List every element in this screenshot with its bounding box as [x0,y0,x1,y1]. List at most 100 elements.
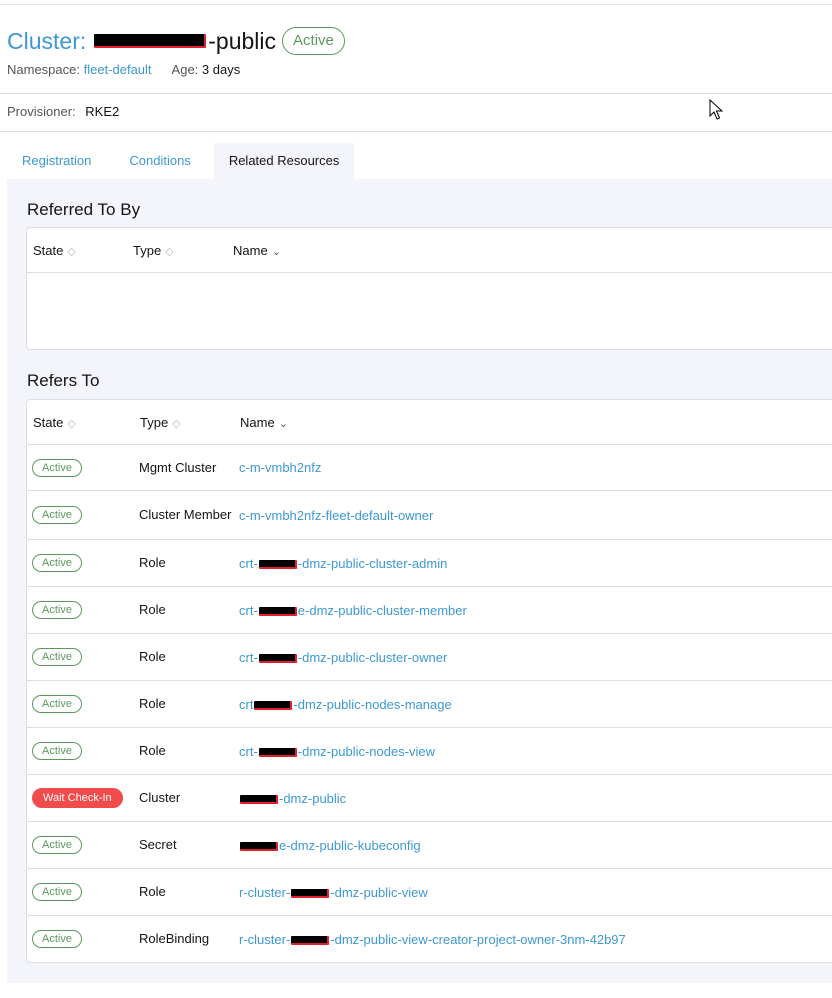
table-header: State ◇ Type ◇ Name ⌄ [27,400,832,445]
row-name-suffix: -dmz-public [279,790,347,806]
row-state-badge: Active [32,554,82,572]
column-header-name[interactable]: Name ⌄ [240,400,288,445]
table-row[interactable]: Active Role crt -dmz-public-nodes-manage [27,681,832,728]
redacted-text [240,841,278,851]
row-name-suffix: -dmz-public-cluster-admin [297,555,448,571]
column-header-type[interactable]: Type ◇ [140,400,181,445]
page-header: Cluster: -public Active [7,25,345,57]
sort-icon: ◇ [67,246,76,258]
row-name-link[interactable]: crt- -dmz-public-cluster-admin [239,556,447,571]
refers-to-table: State ◇ Type ◇ Name ⌄ Active Mgmt Cluster c-m… [26,399,832,963]
row-type: Cluster Member [139,507,232,522]
namespace-label: Namespace: [7,62,80,77]
row-name-suffix: -dmz-public-view [330,884,428,900]
row-name-link[interactable]: c-m-vmbh2nfz [239,460,321,475]
redacted-text [258,747,297,757]
row-name-link[interactable]: c-m-vmbh2nfz-fleet-default-owner [239,508,433,523]
row-name-prefix: crt- [239,649,258,665]
row-name-link[interactable]: crt -dmz-public-nodes-manage [239,697,452,712]
tab-conditions[interactable]: Conditions [114,143,205,179]
row-type: Mgmt Cluster [139,459,217,475]
redacted-text [291,888,330,898]
referred-to-by-title: Referred To By [27,200,141,219]
redacted-text [254,700,293,710]
table-row[interactable]: Active Role crt- -dmz-public-cluster-owner [27,634,832,681]
sort-icon: ◇ [67,418,76,430]
row-name-link[interactable]: crt- -dmz-public-cluster-owner [239,650,447,665]
redacted-cluster-name [94,34,207,48]
row-state-badge: Active [32,506,82,524]
table-row[interactable]: Active Role r-cluster- -dmz-public-view [27,869,832,916]
row-name-link[interactable]: r-cluster- -dmz-public-view [239,885,428,900]
row-state-badge: Active [32,648,82,666]
page-title-name: -public [208,27,277,54]
table-body: Active Mgmt Cluster c-m-vmbh2nfz Active Clus… [27,445,832,962]
row-name-prefix: crt- [239,555,258,571]
table-row[interactable]: Active Role crt- -dmz-public-cluster-admin [27,540,832,587]
redacted-text [240,794,278,804]
row-state-badge: Active [32,883,82,901]
table-row[interactable]: Active RoleBinding r-cluster- -dmz-public-v… [27,916,832,962]
redacted-text [291,935,330,945]
column-header-type[interactable]: Type ◇ [133,228,174,273]
row-state-badge: Wait Check-In [32,788,123,808]
provisioner-label: Provisioner: [7,104,76,119]
row-name-prefix: r-cluster- [239,931,291,947]
row-state-badge: Active [32,695,82,713]
row-type: Cluster [139,790,181,805]
row-name-suffix: -dmz-public-cluster-owner [297,649,448,665]
table-row[interactable]: Active Role crt-e-dmz-public-cluster-membe… [27,587,832,634]
table-row[interactable]: Active Role crt- -dmz-public-nodes-view [27,728,832,775]
sort-icon: ⌄ [278,418,288,430]
tab-registration[interactable]: Registration [7,143,106,179]
row-name-link[interactable]: -dmz-public [239,791,346,806]
divider [0,131,832,132]
row-name-suffix: -dmz-public-nodes-manage [293,696,452,712]
row-name-prefix: c-m-vmbh2nfz-fleet-default-owner [239,507,434,523]
page-title-type-link[interactable]: Cluster: [7,28,86,55]
column-header-name[interactable]: Name ⌄ [233,228,281,273]
table-header: State ◇ Type ◇ Name ⌄ [27,228,832,273]
namespace-link[interactable]: fleet-default [84,62,152,77]
row-name-prefix: c-m-vmbh2nfz [239,460,322,475]
redacted-text [258,559,297,569]
row-name-suffix: -dmz-public-view-creator-project-owner-3… [330,931,626,947]
row-type: RoleBinding [139,931,210,946]
row-type: Role [139,884,166,899]
table-row[interactable]: Active Mgmt Cluster c-m-vmbh2nfz [27,445,832,491]
row-state-badge: Active [32,742,82,760]
tab-related-resources[interactable]: Related Resources [213,143,355,179]
sort-icon: ⌄ [271,246,281,258]
refers-to-title: Refers To [27,371,100,390]
age-value: 3 days [201,62,241,77]
divider [0,93,832,94]
table-row[interactable]: Active Cluster Member c-m-vmbh2nfz-fleet-d… [27,491,832,540]
related-resources-panel: Referred To By State ◇ Type ◇ Name ⌄ Refers… [7,179,832,983]
row-type: Role [139,602,166,617]
row-name-prefix: crt- [239,602,258,618]
sort-icon: ◇ [165,246,174,258]
age-label: Age: [171,62,199,77]
row-state-badge: Active [32,458,82,477]
row-name-link[interactable]: e-dmz-public-kubeconfig [239,838,421,853]
row-type: Role [139,696,166,711]
row-state-badge: Active [32,601,82,619]
row-name-suffix: -dmz-public-nodes-view [297,743,436,759]
status-badge: Active [282,27,345,55]
row-name-link[interactable]: crt- -dmz-public-nodes-view [239,744,435,759]
row-type: Role [139,743,166,758]
resource-meta: Namespace: fleet-default Age: 3 days [7,62,240,77]
table-row[interactable]: Active Secret e-dmz-public-kubeconfig [27,822,832,869]
redacted-text [258,606,297,616]
column-header-state[interactable]: State ◇ [33,400,76,445]
provisioner-value: RKE2 [85,104,120,119]
row-type: Role [139,555,166,570]
row-state-badge: Active [32,836,82,854]
row-name-link[interactable]: r-cluster- -dmz-public-view-creator-proje… [239,932,626,947]
row-name-suffix: e-dmz-public-cluster-member [297,602,467,618]
referred-to-by-table: State ◇ Type ◇ Name ⌄ [26,227,832,350]
row-type: Secret [139,837,177,852]
table-row[interactable]: Wait Check-In Cluster -dmz-public [27,775,832,822]
row-name-link[interactable]: crt-e-dmz-public-cluster-member [239,603,467,618]
column-header-state[interactable]: State ◇ [33,228,76,273]
